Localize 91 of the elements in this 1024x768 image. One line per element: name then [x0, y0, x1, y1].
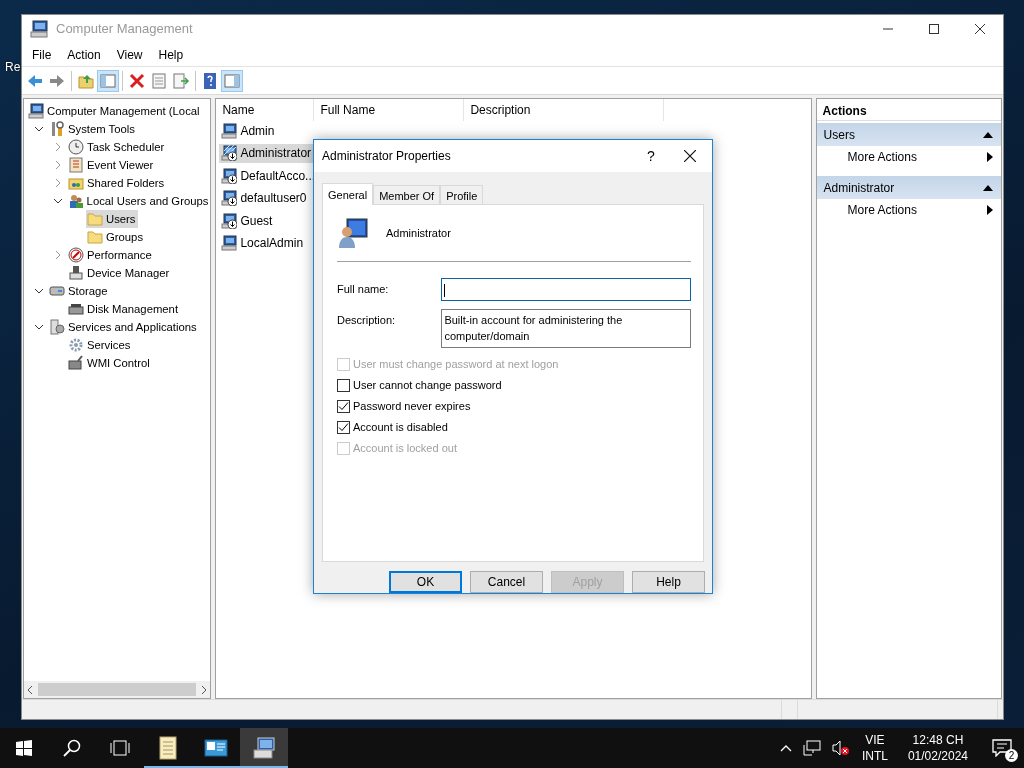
tree-item[interactable]: Performance: [67, 246, 154, 264]
actions-heading: Actions: [816, 99, 1001, 121]
dialog-button[interactable]: Cancel: [470, 571, 543, 593]
export-list-icon: [172, 71, 190, 90]
checkbox[interactable]: [337, 399, 350, 413]
menu-item[interactable]: Action: [59, 45, 109, 64]
tree-item[interactable]: Event Viewer: [67, 156, 156, 174]
menu-item[interactable]: File: [24, 45, 60, 64]
menu-item[interactable]: View: [108, 45, 151, 64]
input-field[interactable]: Built-in account for administering the computer/domain: [441, 308, 691, 348]
maximize-icon[interactable]: [929, 24, 939, 34]
tree-item[interactable]: Users: [86, 210, 138, 228]
checkbox[interactable]: [337, 420, 350, 434]
checkbox-label[interactable]: User cannot change password: [353, 376, 502, 394]
action-item[interactable]: More Actions: [816, 146, 1001, 168]
app-icon: [30, 20, 48, 38]
task-view-icon[interactable]: [110, 740, 130, 756]
shared-folder-icon: [68, 175, 84, 191]
storage-icon: [49, 283, 65, 299]
user-name: Administrator: [386, 225, 451, 241]
action-section-header[interactable]: Administrator: [816, 176, 1001, 199]
action-pane-icon: [223, 71, 241, 90]
tab[interactable]: Member Of: [373, 185, 441, 204]
action-section-header[interactable]: Users: [816, 123, 1001, 146]
computer-icon: [28, 103, 44, 119]
user-icon: [221, 122, 238, 139]
user-row[interactable]: Admin: [219, 121, 277, 140]
desktop-icon-label[interactable]: Re: [5, 58, 21, 76]
users-icon: [67, 193, 84, 209]
clock-icon: [68, 139, 84, 155]
field-label: Description:: [337, 312, 397, 328]
tree-item[interactable]: WMI Control: [67, 354, 152, 372]
column-header[interactable]: Description: [464, 99, 665, 121]
device-icon: [68, 265, 84, 281]
folder-icon: [87, 211, 103, 227]
log-book-icon: [68, 157, 84, 173]
chevron-up-icon[interactable]: [779, 744, 792, 752]
tab[interactable]: General: [322, 183, 374, 205]
search-icon[interactable]: [63, 739, 81, 757]
submenu-arrow-icon: [987, 152, 993, 162]
dialog-button[interactable]: OK: [389, 571, 462, 593]
network-icon[interactable]: [802, 740, 821, 756]
action-item[interactable]: More Actions: [816, 199, 1001, 221]
tree-item[interactable]: Computer Management (Local: [27, 102, 202, 120]
start-icon[interactable]: [16, 740, 32, 756]
tree-item[interactable]: Storage: [48, 282, 110, 300]
tree-item[interactable]: Task Scheduler: [67, 138, 167, 156]
input-field[interactable]: [441, 278, 691, 301]
services-icon: [49, 319, 65, 335]
user-icon: [221, 235, 238, 251]
tree-item[interactable]: System Tools: [48, 120, 137, 138]
properties-icon: [150, 71, 168, 90]
menu-item[interactable]: Help: [150, 45, 192, 64]
disk-drive-icon: [68, 301, 84, 317]
notifications-icon[interactable]: [992, 739, 1012, 757]
clock[interactable]: 12:48 CH 01/02/2024: [895, 732, 980, 764]
notepad-icon: [156, 736, 180, 760]
tree-item[interactable]: Local Users and Groups: [66, 192, 211, 210]
input-language[interactable]: VIE INTL: [853, 732, 896, 764]
taskbar-app[interactable]: [240, 728, 288, 768]
tree-item[interactable]: Shared Folders: [67, 174, 167, 192]
user-row[interactable]: LocalAdmin: [219, 233, 306, 253]
help-button[interactable]: ?: [634, 145, 668, 167]
tree-item[interactable]: Disk Management: [67, 300, 181, 318]
column-header[interactable]: Name: [216, 99, 315, 121]
tree-item[interactable]: Services: [67, 336, 133, 354]
column-header[interactable]: Full Name: [314, 99, 465, 121]
tools-icon: [49, 121, 65, 137]
horizontal-scrollbar[interactable]: [24, 681, 211, 698]
tab[interactable]: Profile: [440, 185, 484, 204]
close-icon[interactable]: [684, 150, 696, 162]
checkbox-label[interactable]: Account is disabled: [353, 418, 448, 436]
user-icon: [337, 217, 369, 249]
checkbox[interactable]: [337, 378, 350, 392]
field-label: Full name:: [337, 282, 390, 297]
muted-speaker-icon[interactable]: [830, 740, 849, 756]
tree-item[interactable]: Groups: [86, 228, 146, 246]
dialog-button[interactable]: Help: [632, 571, 705, 593]
notification-count: 2: [1005, 749, 1018, 762]
dialog-title: Administrator Properties: [322, 148, 452, 165]
gear-icon: [68, 337, 84, 353]
console-tree-icon: [99, 71, 117, 90]
window-title: Computer Management: [56, 20, 193, 39]
control-panel-icon: [204, 736, 228, 760]
checkbox-label[interactable]: Password never expires: [353, 397, 471, 415]
delete-icon: [128, 71, 146, 90]
tree-item[interactable]: Services and Applications: [48, 318, 199, 336]
help-icon: [201, 71, 219, 90]
tree-item[interactable]: Device Manager: [67, 264, 172, 282]
close-icon[interactable]: [975, 24, 985, 34]
submenu-arrow-icon: [987, 205, 993, 215]
